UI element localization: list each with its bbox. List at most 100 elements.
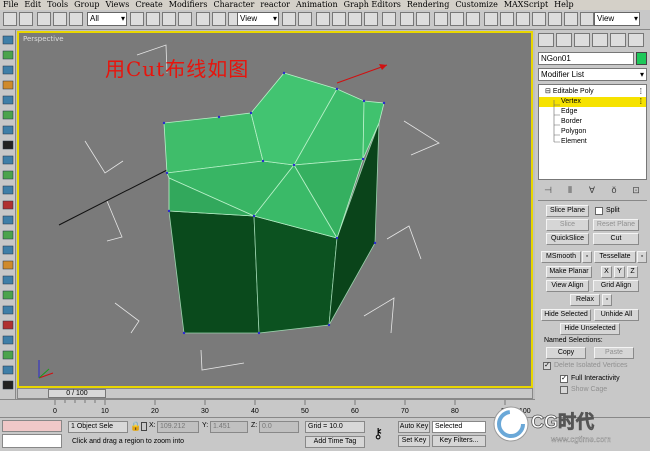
region-select-icon[interactable] <box>162 12 176 26</box>
menu-help[interactable]: Help <box>554 0 573 10</box>
copy-button[interactable]: Copy <box>546 347 586 359</box>
remove-modifier-icon[interactable]: ŏ <box>608 185 620 196</box>
crossing-icon[interactable] <box>178 12 192 26</box>
menu-character[interactable]: Character <box>213 0 254 10</box>
mirror-icon[interactable] <box>400 12 414 26</box>
unhide-all-button[interactable]: Unhide All <box>594 309 639 321</box>
set-key-button[interactable]: Set Key <box>398 435 430 447</box>
y-coordinate-field[interactable]: 1.451 <box>210 421 248 433</box>
modifier-list-dropdown[interactable]: Modifier List <box>538 68 647 81</box>
percent-snap-icon[interactable] <box>348 12 362 26</box>
viewport-label[interactable]: Perspective <box>23 35 64 43</box>
hierarchy-tab-icon[interactable] <box>574 33 590 47</box>
planar-x-button[interactable]: X <box>601 266 612 278</box>
hide-selected-button[interactable]: Hide Selected <box>541 309 591 321</box>
perspective-viewport[interactable]: Perspective 用Cut布线如图 <box>17 31 533 388</box>
cut-button[interactable]: Cut <box>593 233 639 245</box>
menu-create[interactable]: Create <box>135 0 162 10</box>
slice-plane-button[interactable]: Slice Plane <box>546 205 589 217</box>
grid-align-button[interactable]: Grid Align <box>593 280 639 292</box>
lock-selection-icon[interactable]: 🔒 <box>130 421 141 432</box>
tessellate-settings-button[interactable]: ▫ <box>637 251 647 263</box>
show-end-result-icon[interactable]: ⫴ <box>564 185 576 196</box>
align-icon[interactable] <box>416 12 430 26</box>
selection-filter-dropdown[interactable]: All <box>87 12 127 26</box>
auto-key-button[interactable]: Auto Key <box>398 421 430 433</box>
planar-y-button[interactable]: Y <box>614 266 625 278</box>
menu-customize[interactable]: Customize <box>455 0 498 10</box>
split-checkbox[interactable] <box>595 207 603 215</box>
render-type-icon[interactable] <box>532 12 546 26</box>
slice-button[interactable]: Slice <box>546 219 589 231</box>
angle-snap-icon[interactable] <box>332 12 346 26</box>
paste-button[interactable]: Paste <box>594 347 634 359</box>
bind-space-warp-icon[interactable] <box>69 12 83 26</box>
key-mode-dropdown[interactable]: Selected <box>432 421 486 433</box>
snap-icon[interactable] <box>316 12 330 26</box>
viewport-scene[interactable] <box>19 33 533 388</box>
msmooth-button[interactable]: MSmooth <box>541 251 581 263</box>
menu-views[interactable]: Views <box>105 0 129 10</box>
maxscript-mini-listener[interactable] <box>2 434 62 448</box>
key-filters-button[interactable]: Key Filters... <box>432 435 486 447</box>
set-key-icon[interactable]: ⚷ <box>373 426 383 440</box>
undo-icon[interactable] <box>3 12 17 26</box>
stack-item-editable-poly[interactable]: ⊟ Editable Poly ⁞ <box>539 87 646 97</box>
left-toolbar-icons[interactable] <box>0 30 16 400</box>
utilities-tab-icon[interactable] <box>628 33 644 47</box>
menu-graph-editors[interactable]: Graph Editors <box>344 0 401 10</box>
quick-render-icon[interactable] <box>516 12 530 26</box>
schematic-view-icon[interactable] <box>466 12 480 26</box>
track-bar[interactable]: 0 10 20 30 40 50 60 70 80 90 100 <box>0 399 535 417</box>
motion-tab-icon[interactable] <box>592 33 608 47</box>
redo-icon[interactable] <box>19 12 33 26</box>
render-last-icon[interactable] <box>548 12 562 26</box>
layer-manager-icon[interactable] <box>434 12 448 26</box>
x-coordinate-field[interactable]: 109.212 <box>157 421 199 433</box>
menu-maxscript[interactable]: MAXScript <box>504 0 548 10</box>
render-frame-icon[interactable] <box>580 12 594 26</box>
pin-stack-icon[interactable]: ⊣ <box>542 185 554 196</box>
planar-z-button[interactable]: Z <box>627 266 638 278</box>
absolute-mode-icon[interactable] <box>141 422 147 431</box>
add-time-tag-button[interactable]: Add Time Tag <box>305 436 365 448</box>
spinner-snap-icon[interactable] <box>364 12 378 26</box>
hide-unselected-button[interactable]: Hide Unselected <box>560 323 620 335</box>
render-scene-icon[interactable] <box>500 12 514 26</box>
menu-edit[interactable]: Edit <box>24 0 41 10</box>
rotate-icon[interactable] <box>212 12 226 26</box>
render-view-dropdown[interactable]: View <box>594 12 640 26</box>
tessellate-button[interactable]: Tessellate <box>594 251 636 263</box>
time-slider[interactable]: 0 / 100 <box>48 389 106 398</box>
relax-settings-button[interactable]: ▫ <box>602 294 612 306</box>
named-selection-icon[interactable] <box>382 12 396 26</box>
menu-group[interactable]: Group <box>74 0 99 10</box>
active-shade-icon[interactable] <box>564 12 578 26</box>
reset-plane-button[interactable]: Reset Plane <box>593 219 639 231</box>
create-tab-icon[interactable] <box>538 33 554 47</box>
menu-reactor[interactable]: reactor <box>260 0 290 10</box>
reference-coordinate-dropdown[interactable]: View <box>237 12 279 26</box>
menu-file[interactable]: File <box>3 0 18 10</box>
unlink-icon[interactable] <box>53 12 67 26</box>
make-planar-button[interactable]: Make Planar <box>546 266 592 278</box>
menu-tools[interactable]: Tools <box>47 0 68 10</box>
select-object-icon[interactable] <box>130 12 144 26</box>
menu-rendering[interactable]: Rendering <box>407 0 449 10</box>
maxscript-listener[interactable] <box>2 420 62 432</box>
msmooth-settings-button[interactable]: ▫ <box>582 251 592 263</box>
object-color-swatch[interactable] <box>636 52 647 65</box>
link-icon[interactable] <box>37 12 51 26</box>
object-name-field[interactable]: NGon01 <box>538 52 634 65</box>
quickslice-button[interactable]: QuickSlice <box>546 233 589 245</box>
material-editor-icon[interactable] <box>484 12 498 26</box>
delete-isolated-checkbox[interactable]: ✓ <box>543 362 551 370</box>
configure-modifier-sets-icon[interactable]: ⊡ <box>630 185 642 196</box>
select-manipulate-icon[interactable] <box>298 12 312 26</box>
make-unique-icon[interactable]: ∀ <box>586 185 598 196</box>
z-coordinate-field[interactable]: 0.0 <box>259 421 299 433</box>
menu-animation[interactable]: Animation <box>296 0 338 10</box>
view-align-button[interactable]: View Align <box>546 280 589 292</box>
display-tab-icon[interactable] <box>610 33 626 47</box>
show-cage-checkbox[interactable] <box>560 386 568 394</box>
